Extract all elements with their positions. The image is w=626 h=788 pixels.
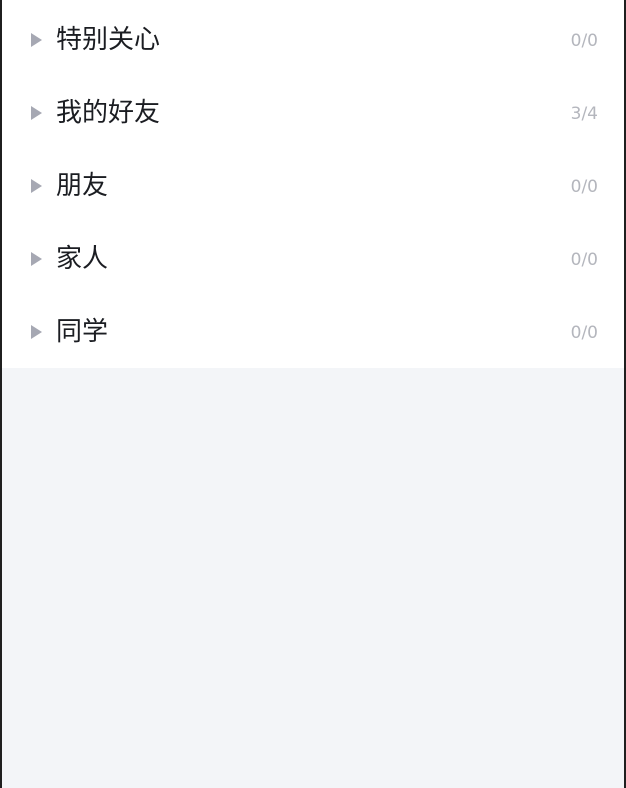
caret-right-icon[interactable] — [31, 325, 42, 339]
group-name: 特别关心 — [56, 25, 161, 55]
group-name: 同学 — [56, 317, 109, 347]
group-name: 朋友 — [56, 171, 109, 201]
group-name: 我的好友 — [56, 98, 161, 128]
group-online-count: 0/0 — [570, 31, 598, 51]
group-online-count: 0/0 — [570, 323, 598, 343]
empty-list-area — [2, 368, 624, 788]
friend-group-list: 特别关心 0/0 我的好友 3/4 朋友 0/0 家人 0/0 同学 0/0 — [2, 0, 624, 368]
group-row-classmates[interactable]: 同学 0/0 — [2, 296, 624, 369]
group-row-my-friends[interactable]: 我的好友 3/4 — [2, 77, 624, 150]
group-online-count: 3/4 — [570, 104, 598, 124]
caret-right-icon[interactable] — [31, 252, 42, 266]
group-online-count: 0/0 — [570, 177, 598, 197]
caret-right-icon[interactable] — [31, 106, 42, 120]
group-row-special-care[interactable]: 特别关心 0/0 — [2, 4, 624, 77]
group-online-count: 0/0 — [570, 250, 598, 270]
caret-right-icon[interactable] — [31, 33, 42, 47]
group-row-family[interactable]: 家人 0/0 — [2, 223, 624, 296]
contacts-panel: 特别关心 0/0 我的好友 3/4 朋友 0/0 家人 0/0 同学 0/0 — [0, 0, 626, 788]
caret-right-icon[interactable] — [31, 179, 42, 193]
group-row-friends[interactable]: 朋友 0/0 — [2, 150, 624, 223]
group-name: 家人 — [56, 244, 109, 274]
